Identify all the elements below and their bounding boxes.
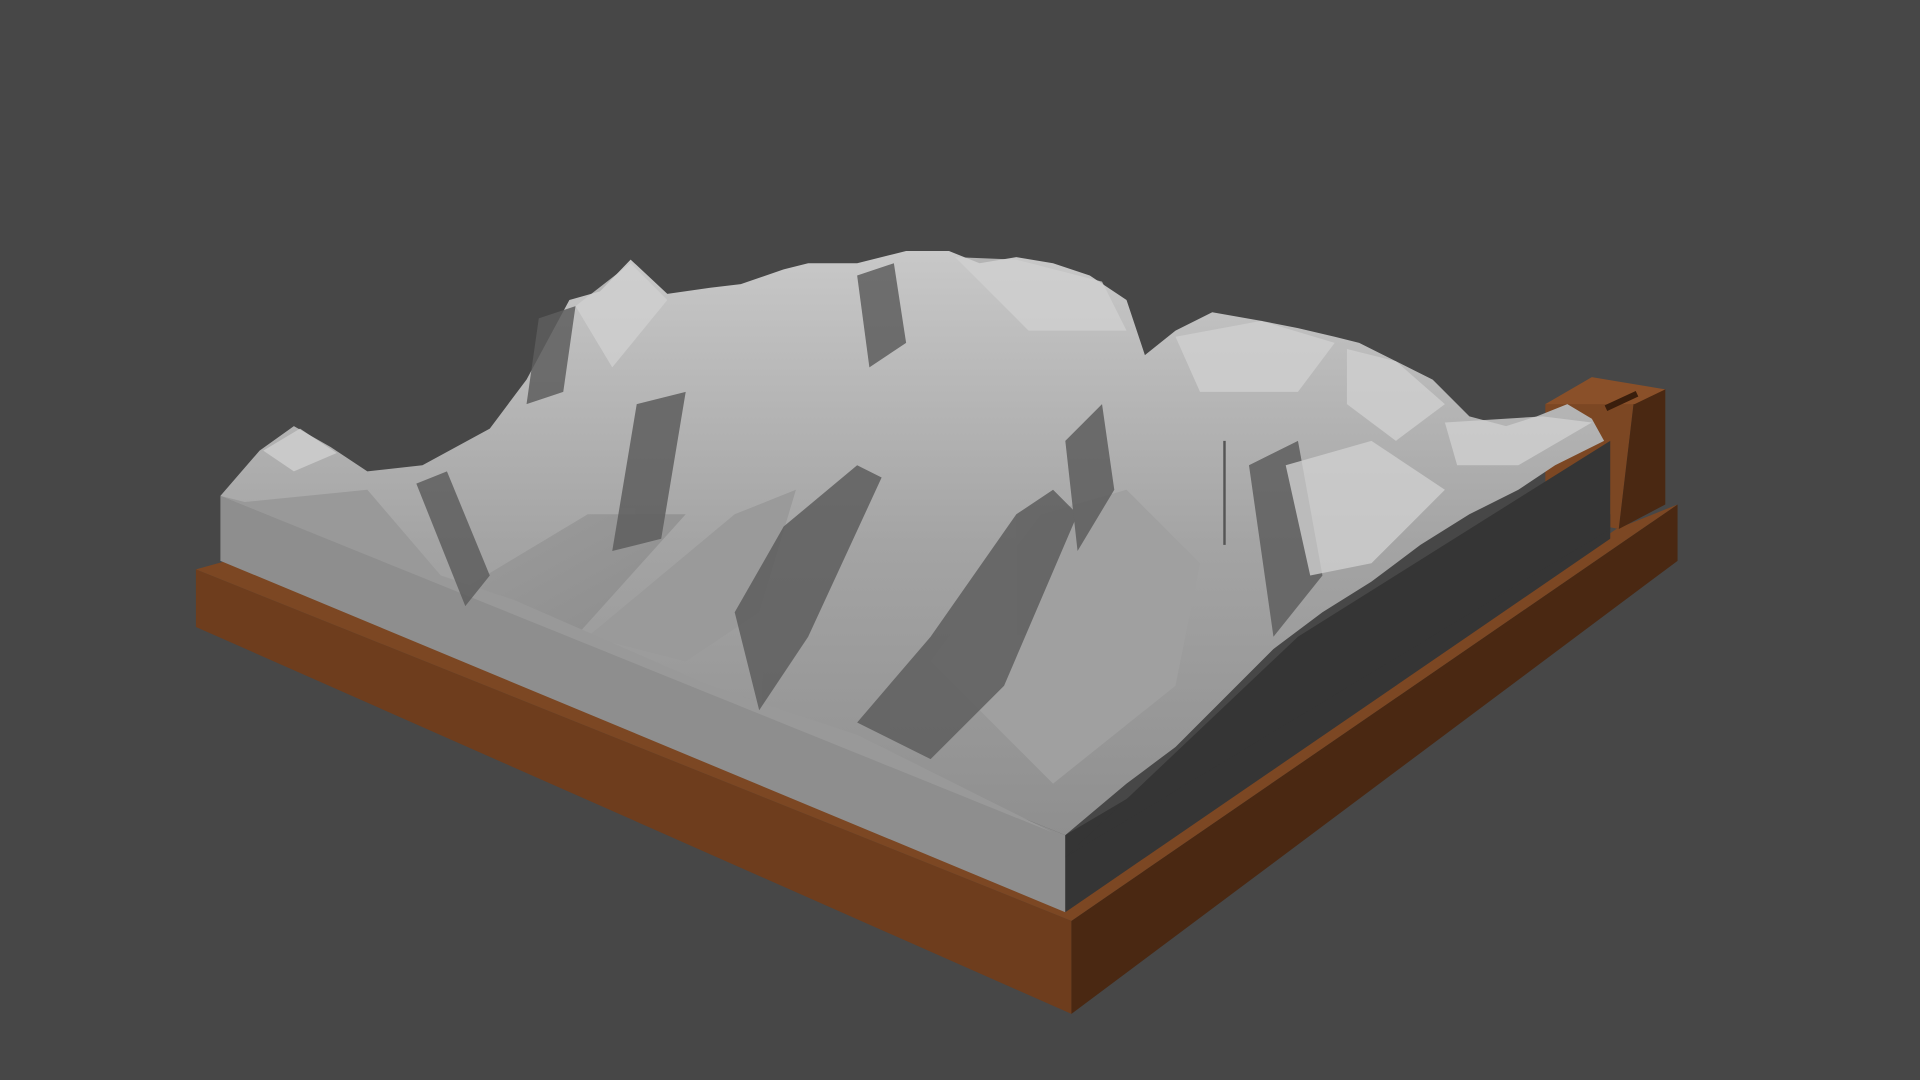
3d-viewport[interactable] — [0, 0, 1920, 1080]
